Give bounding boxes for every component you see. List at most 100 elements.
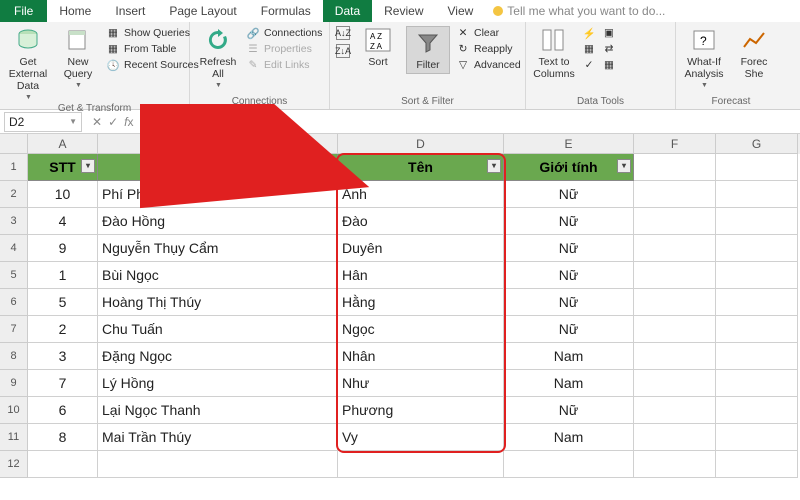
cell-ho-dem[interactable]: Chu Tuấn (98, 316, 338, 343)
refresh-all-button[interactable]: Refresh All ▼ (196, 26, 240, 89)
empty-cell[interactable] (716, 343, 798, 370)
empty-cell[interactable] (716, 451, 798, 478)
empty-cell[interactable] (634, 370, 716, 397)
sort-descending-button[interactable]: Z↓A (336, 44, 350, 58)
empty-cell[interactable] (716, 181, 798, 208)
cell-stt[interactable]: 5 (28, 289, 98, 316)
empty-cell[interactable] (634, 154, 716, 181)
cell-gioi-tinh[interactable]: Nam (504, 343, 634, 370)
get-external-data-button[interactable]: Get External Data ▼ (6, 26, 50, 101)
tab-file[interactable]: File (0, 0, 47, 22)
cell-ten[interactable]: Anh (338, 181, 504, 208)
empty-cell[interactable] (634, 424, 716, 451)
cell-gioi-tinh[interactable]: Nữ (504, 397, 634, 424)
cell-stt[interactable]: 1 (28, 262, 98, 289)
connections-button[interactable]: 🔗Connections (246, 26, 322, 40)
empty-cell[interactable] (716, 397, 798, 424)
sort-button[interactable]: A ZZ A Sort (356, 26, 400, 68)
formula-input[interactable] (139, 113, 800, 131)
filter-dropdown-icon[interactable]: ▾ (487, 159, 501, 173)
reapply-button[interactable]: ↻Reapply (456, 42, 521, 56)
sort-ascending-button[interactable]: A↓Z (336, 26, 350, 40)
edit-links-button[interactable]: ✎Edit Links (246, 58, 322, 72)
row-header[interactable]: 5 (0, 262, 28, 289)
empty-cell[interactable] (716, 316, 798, 343)
empty-cell[interactable] (98, 451, 338, 478)
cell-stt[interactable]: 6 (28, 397, 98, 424)
fx-icon[interactable]: fx (124, 115, 133, 129)
empty-cell[interactable] (716, 370, 798, 397)
cell-ho-dem[interactable]: Nguyễn Thụy Cẩm (98, 235, 338, 262)
cell-stt[interactable]: 10 (28, 181, 98, 208)
cell-ten[interactable]: Phương (338, 397, 504, 424)
filter-dropdown-icon[interactable]: ▾ (321, 159, 335, 173)
cell-stt[interactable]: 3 (28, 343, 98, 370)
cell-ho-dem[interactable]: Phí Phương (98, 181, 338, 208)
tab-home[interactable]: Home (47, 0, 103, 22)
column-header-f[interactable]: F (634, 134, 716, 154)
properties-button[interactable]: ☰Properties (246, 42, 322, 56)
tell-me-search[interactable]: Tell me what you want to do... (485, 0, 673, 22)
empty-cell[interactable] (634, 289, 716, 316)
recent-sources-button[interactable]: 🕓Recent Sources (106, 58, 199, 72)
row-header[interactable]: 6 (0, 289, 28, 316)
empty-cell[interactable] (716, 154, 798, 181)
filter-dropdown-icon[interactable]: ▾ (81, 159, 95, 173)
cell-ho-dem[interactable]: Mai Trần Thúy (98, 424, 338, 451)
empty-cell[interactable] (634, 181, 716, 208)
tab-review[interactable]: Review (372, 0, 435, 22)
table-header-a[interactable]: STT▾ (28, 154, 98, 181)
cell-ten[interactable]: Hằng (338, 289, 504, 316)
row-header[interactable]: 11 (0, 424, 28, 451)
empty-cell[interactable] (504, 451, 634, 478)
empty-cell[interactable] (634, 316, 716, 343)
cell-stt[interactable]: 7 (28, 370, 98, 397)
empty-cell[interactable] (28, 451, 98, 478)
flash-fill-button[interactable]: ⚡ (582, 26, 596, 40)
table-header-c[interactable]: Họ đệm▾ (98, 154, 338, 181)
cell-ten[interactable]: Ngọc (338, 316, 504, 343)
empty-cell[interactable] (634, 343, 716, 370)
empty-cell[interactable] (634, 262, 716, 289)
row-header[interactable]: 1 (0, 154, 28, 181)
remove-duplicates-button[interactable]: ▦ (582, 42, 596, 56)
clear-filter-button[interactable]: ✕Clear (456, 26, 521, 40)
tab-data[interactable]: Data (323, 0, 372, 22)
tab-formulas[interactable]: Formulas (249, 0, 323, 22)
cell-ho-dem[interactable]: Lại Ngọc Thanh (98, 397, 338, 424)
cell-stt[interactable]: 9 (28, 235, 98, 262)
row-header[interactable]: 12 (0, 451, 28, 478)
cell-gioi-tinh[interactable]: Nữ (504, 208, 634, 235)
cell-ten[interactable]: Đào (338, 208, 504, 235)
column-header-d[interactable]: D (338, 134, 504, 154)
cell-ho-dem[interactable]: Hoàng Thị Thúy (98, 289, 338, 316)
cell-stt[interactable]: 4 (28, 208, 98, 235)
cell-ten[interactable]: Vy (338, 424, 504, 451)
table-header-d[interactable]: Tên▾ (338, 154, 504, 181)
filter-dropdown-icon[interactable]: ▾ (617, 159, 631, 173)
new-query-button[interactable]: New Query ▼ (56, 26, 100, 89)
row-header[interactable]: 8 (0, 343, 28, 370)
empty-cell[interactable] (634, 208, 716, 235)
cell-ten[interactable]: Như (338, 370, 504, 397)
show-queries-button[interactable]: ▦Show Queries (106, 26, 199, 40)
tab-page-layout[interactable]: Page Layout (157, 0, 248, 22)
what-if-analysis-button[interactable]: ? What-If Analysis ▼ (682, 26, 726, 89)
tab-insert[interactable]: Insert (103, 0, 157, 22)
tab-view[interactable]: View (436, 0, 486, 22)
empty-cell[interactable] (634, 451, 716, 478)
empty-cell[interactable] (716, 289, 798, 316)
empty-cell[interactable] (634, 235, 716, 262)
filter-button[interactable]: Filter (406, 26, 450, 74)
empty-cell[interactable] (634, 397, 716, 424)
empty-cell[interactable] (716, 262, 798, 289)
row-header[interactable]: 9 (0, 370, 28, 397)
data-validation-button[interactable]: ✓ (582, 58, 596, 72)
column-header-g[interactable]: G (716, 134, 798, 154)
empty-cell[interactable] (716, 424, 798, 451)
table-header-e[interactable]: Giới tính▾ (504, 154, 634, 181)
column-header-e[interactable]: E (504, 134, 634, 154)
cell-ho-dem[interactable]: Đặng Ngọc (98, 343, 338, 370)
empty-cell[interactable] (716, 208, 798, 235)
forecast-sheet-button[interactable]: Forec She (732, 26, 776, 80)
